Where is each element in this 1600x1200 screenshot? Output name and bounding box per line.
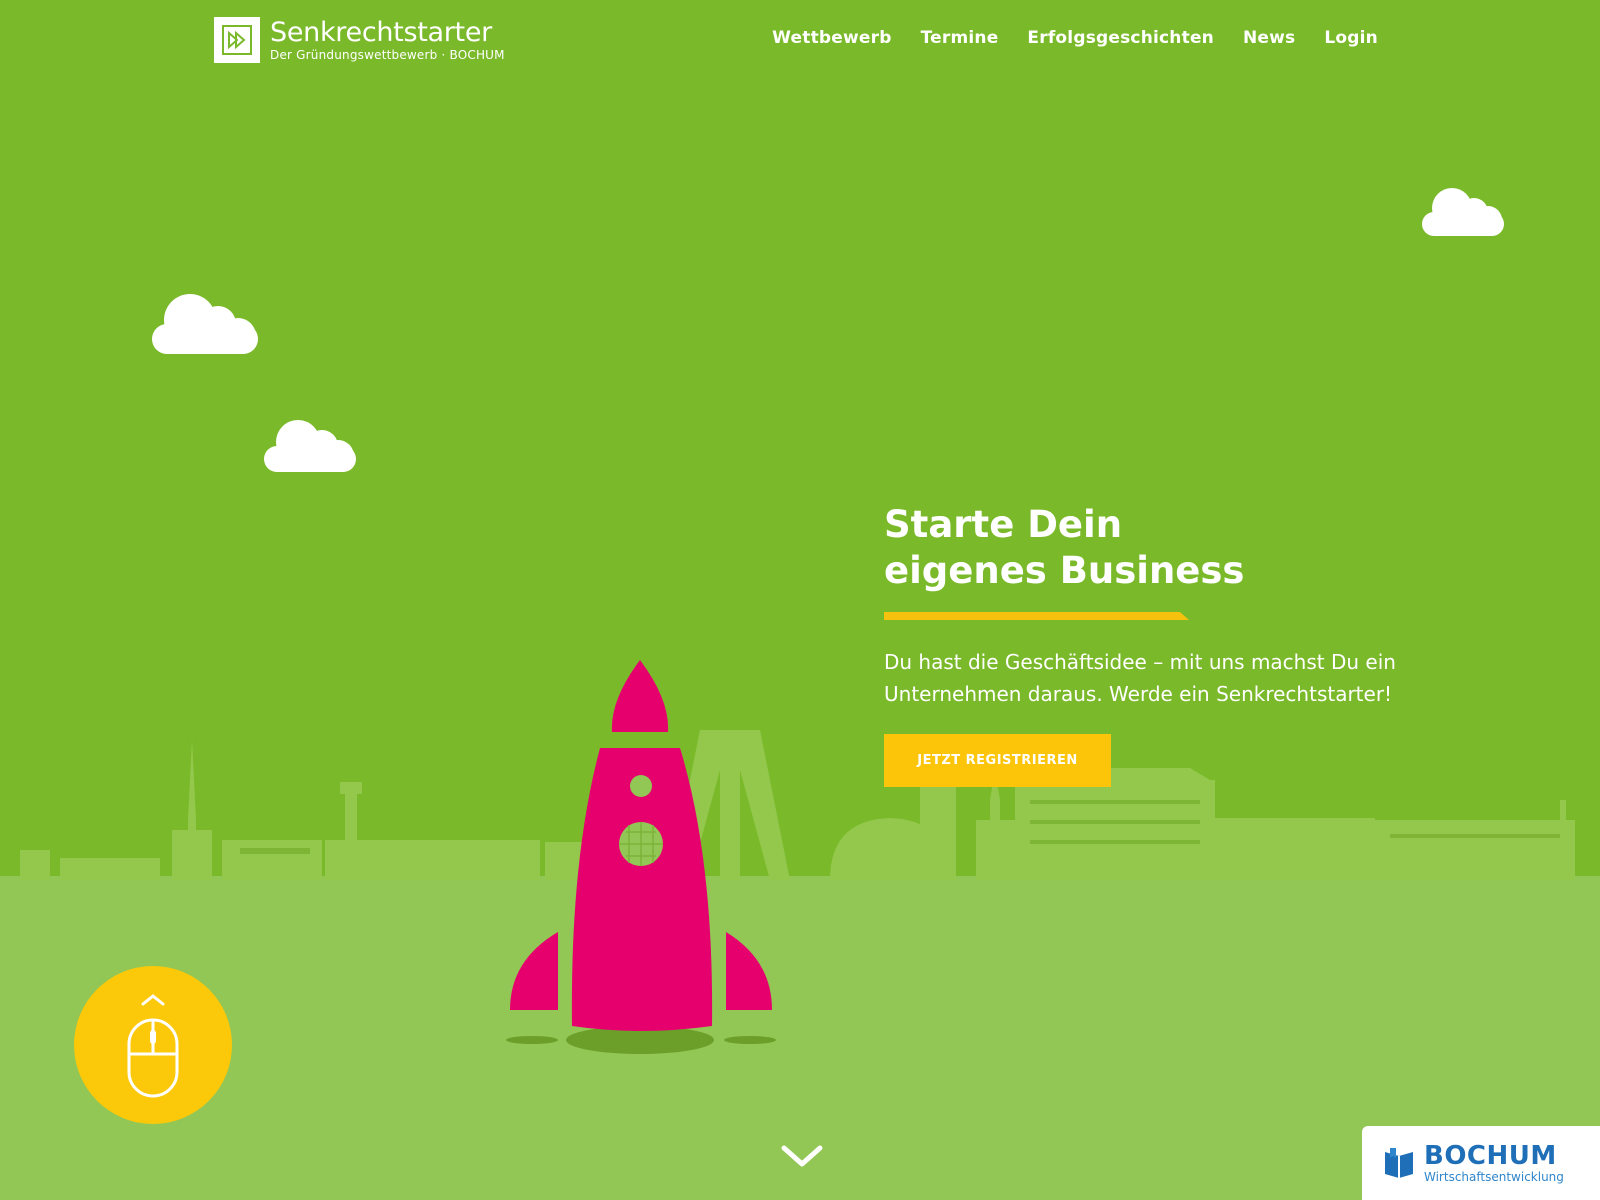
- chevron-down-icon[interactable]: [780, 1142, 824, 1170]
- hero-heading-line1: Starte Dein: [884, 503, 1123, 546]
- hero-heading: Starte Dein eigenes Business: [884, 502, 1444, 594]
- brand-subtitle: Der Gründungswettbewerb · BOCHUM: [270, 48, 505, 62]
- mouse-icon: [127, 994, 179, 1098]
- cloud: [1422, 188, 1504, 236]
- nav-item-termine[interactable]: Termine: [921, 28, 999, 48]
- main-nav: Wettbewerb Termine Erfolgsgeschichten Ne…: [772, 28, 1378, 48]
- nav-item-wettbewerb[interactable]: Wettbewerb: [772, 28, 891, 48]
- nav-item-login[interactable]: Login: [1324, 28, 1378, 48]
- hero-text: Du hast die Geschäftsidee – mit uns mach…: [884, 646, 1424, 710]
- nav-item-erfolgsgeschichten[interactable]: Erfolgsgeschichten: [1027, 28, 1214, 48]
- badge-text: BOCHUM Wirtschaftsentwicklung: [1424, 1143, 1564, 1183]
- hero-text-line1: Du hast die Geschäftsidee – mit uns mach…: [884, 650, 1396, 674]
- scroll-button[interactable]: [74, 966, 232, 1124]
- hero-text-line2: Unternehmen daraus. Werde ein Senkrechts…: [884, 682, 1393, 706]
- fast-forward-icon: [214, 17, 260, 63]
- register-button[interactable]: JETZT REGISTRIEREN: [884, 734, 1111, 787]
- bochum-badge[interactable]: BOCHUM Wirtschaftsentwicklung: [1362, 1126, 1600, 1200]
- chevron-up-icon: [141, 994, 165, 1006]
- hero-heading-line2: eigenes Business: [884, 549, 1245, 592]
- nav-item-news[interactable]: News: [1243, 28, 1295, 48]
- cloud: [152, 294, 258, 354]
- badge-subtitle: Wirtschaftsentwicklung: [1424, 1170, 1564, 1184]
- brand-title: Senkrechtstarter: [270, 17, 492, 48]
- landing-page: Senkrechtstarter Der Gründungswettbewerb…: [0, 0, 1600, 1200]
- heading-underline: [884, 612, 1189, 620]
- logo-link[interactable]: Senkrechtstarter Der Gründungswettbewerb…: [214, 17, 505, 63]
- logo-text: Senkrechtstarter Der Gründungswettbewerb…: [270, 19, 505, 61]
- rocket-illustration: [506, 660, 776, 1054]
- hero-section: Starte Dein eigenes Business Du hast die…: [884, 502, 1444, 787]
- cloud: [264, 420, 356, 472]
- badge-title: BOCHUM: [1424, 1141, 1557, 1171]
- book-icon: [1385, 1148, 1413, 1178]
